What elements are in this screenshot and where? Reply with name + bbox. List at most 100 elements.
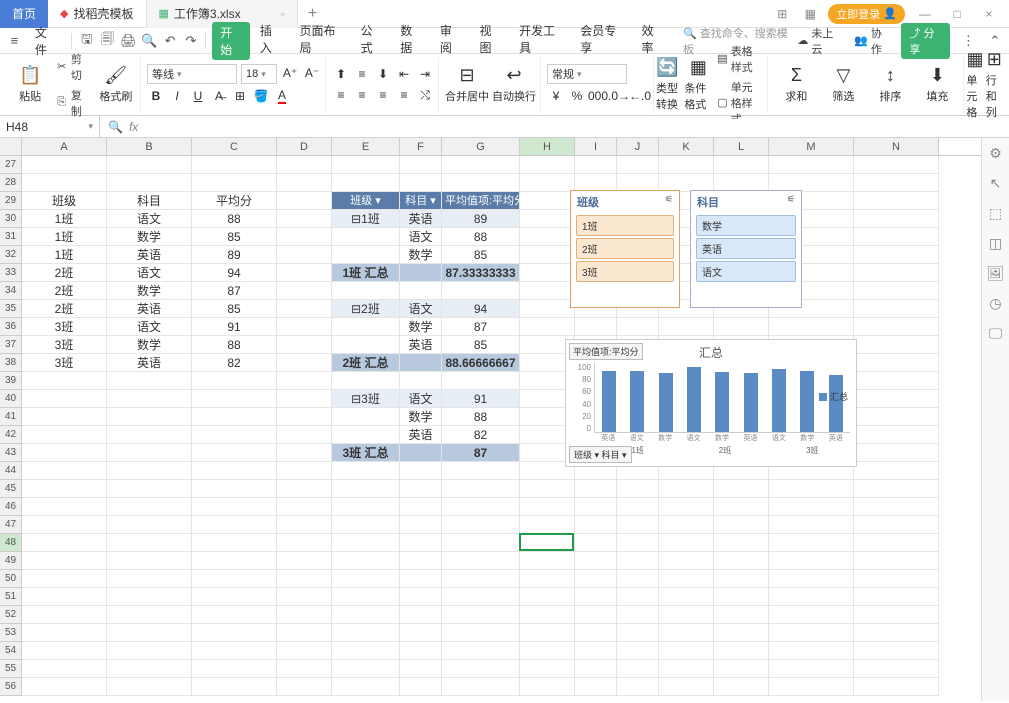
cell-F45[interactable] [400, 480, 442, 498]
cell-B33[interactable]: 语文 [107, 264, 192, 282]
cell-D38[interactable] [277, 354, 332, 372]
cell-C42[interactable] [192, 426, 277, 444]
cell-M51[interactable] [769, 588, 854, 606]
menu-tab-0[interactable]: 开始 [212, 22, 250, 60]
cell-G33[interactable]: 87.33333333 [442, 264, 520, 282]
cell-E41[interactable] [332, 408, 400, 426]
cell-B53[interactable] [107, 624, 192, 642]
cell-J52[interactable] [617, 606, 659, 624]
cell-M50[interactable] [769, 570, 854, 588]
cell-A55[interactable] [22, 660, 107, 678]
fontsize-up[interactable]: A⁺ [281, 64, 299, 82]
cell-M55[interactable] [769, 660, 854, 678]
cell-D32[interactable] [277, 246, 332, 264]
cell-N53[interactable] [854, 624, 939, 642]
cell-H35[interactable] [520, 300, 575, 318]
cell-C27[interactable] [192, 156, 277, 174]
fx-icon[interactable]: fx [129, 120, 138, 134]
cell-N52[interactable] [854, 606, 939, 624]
preview-icon[interactable]: 🔍 [141, 32, 158, 50]
cell-L47[interactable] [714, 516, 769, 534]
cell-I46[interactable] [575, 498, 617, 516]
slicer-class-filter-icon[interactable]: ⚟ [665, 194, 673, 210]
collapse-icon[interactable]: ⌃ [987, 32, 1003, 50]
cell-F28[interactable] [400, 174, 442, 192]
cloud-status[interactable]: ☁未上云 [795, 24, 842, 58]
cell-A49[interactable] [22, 552, 107, 570]
cell-F30[interactable]: 英语 [400, 210, 442, 228]
cell-G41[interactable]: 88 [442, 408, 520, 426]
cell-N47[interactable] [854, 516, 939, 534]
cell-C46[interactable] [192, 498, 277, 516]
row-header-48[interactable]: 48 [0, 534, 22, 552]
italic-button[interactable]: I [168, 87, 186, 105]
undo-icon[interactable]: ↶ [162, 32, 179, 50]
rowcol-button[interactable]: ⊞行和列 [986, 49, 1003, 120]
cell-B52[interactable] [107, 606, 192, 624]
cell-E52[interactable] [332, 606, 400, 624]
cell-F41[interactable]: 数学 [400, 408, 442, 426]
cell-M56[interactable] [769, 678, 854, 696]
cell-F55[interactable] [400, 660, 442, 678]
cell-J50[interactable] [617, 570, 659, 588]
cell-N48[interactable] [854, 534, 939, 552]
cell-F51[interactable] [400, 588, 442, 606]
cell-F47[interactable] [400, 516, 442, 534]
cell-D53[interactable] [277, 624, 332, 642]
col-header-M[interactable]: M [769, 138, 854, 155]
col-header-H[interactable]: H [520, 138, 575, 155]
cut-button[interactable]: ✂剪切 [53, 50, 92, 84]
cell-J55[interactable] [617, 660, 659, 678]
cell-B48[interactable] [107, 534, 192, 552]
cell-H36[interactable] [520, 318, 575, 336]
cell-L50[interactable] [714, 570, 769, 588]
cell-H30[interactable] [520, 210, 575, 228]
cell-B40[interactable] [107, 390, 192, 408]
cell-L27[interactable] [714, 156, 769, 174]
row-header-42[interactable]: 42 [0, 426, 22, 444]
cell-E43[interactable]: 3班 汇总 [332, 444, 400, 462]
row-header-56[interactable]: 56 [0, 678, 22, 696]
cell-J51[interactable] [617, 588, 659, 606]
cell-N36[interactable] [854, 318, 939, 336]
fontsize-select[interactable]: 18 [241, 64, 277, 84]
cell-E40[interactable]: ⊟3班 [332, 390, 400, 408]
wrap-button[interactable]: ↩自动换行 [492, 65, 536, 104]
cell-I52[interactable] [575, 606, 617, 624]
cell-L51[interactable] [714, 588, 769, 606]
cancel-icon[interactable]: 🔍 [108, 120, 123, 134]
cell-C48[interactable] [192, 534, 277, 552]
cell-I51[interactable] [575, 588, 617, 606]
cell-F32[interactable]: 数学 [400, 246, 442, 264]
row-header-31[interactable]: 31 [0, 228, 22, 246]
cell-G43[interactable]: 87 [442, 444, 520, 462]
indent-inc[interactable]: ⇥ [416, 65, 434, 83]
cell-H51[interactable] [520, 588, 575, 606]
cell-E55[interactable] [332, 660, 400, 678]
cell-C47[interactable] [192, 516, 277, 534]
cell-A45[interactable] [22, 480, 107, 498]
cell-G36[interactable]: 87 [442, 318, 520, 336]
cell-C28[interactable] [192, 174, 277, 192]
cell-N43[interactable] [854, 444, 939, 462]
cell-L46[interactable] [714, 498, 769, 516]
cell-C40[interactable] [192, 390, 277, 408]
window-close[interactable]: × [977, 7, 1001, 21]
cell-C54[interactable] [192, 642, 277, 660]
cell-D28[interactable] [277, 174, 332, 192]
cell-A27[interactable] [22, 156, 107, 174]
cell-H46[interactable] [520, 498, 575, 516]
cell-N41[interactable] [854, 408, 939, 426]
slicer-subject-item-1[interactable]: 英语 [696, 238, 796, 259]
cell-B29[interactable]: 科目 [107, 192, 192, 210]
cell-G30[interactable]: 89 [442, 210, 520, 228]
row-header-52[interactable]: 52 [0, 606, 22, 624]
cell-I55[interactable] [575, 660, 617, 678]
cell-N38[interactable] [854, 354, 939, 372]
cell-H52[interactable] [520, 606, 575, 624]
cell-D51[interactable] [277, 588, 332, 606]
border-button[interactable]: ⊞ [231, 87, 249, 105]
cell-D40[interactable] [277, 390, 332, 408]
chart-filter-button[interactable]: 班级 ▾ 科目 ▾ [569, 446, 632, 463]
copy-button[interactable]: ⎘复制 [53, 86, 92, 120]
